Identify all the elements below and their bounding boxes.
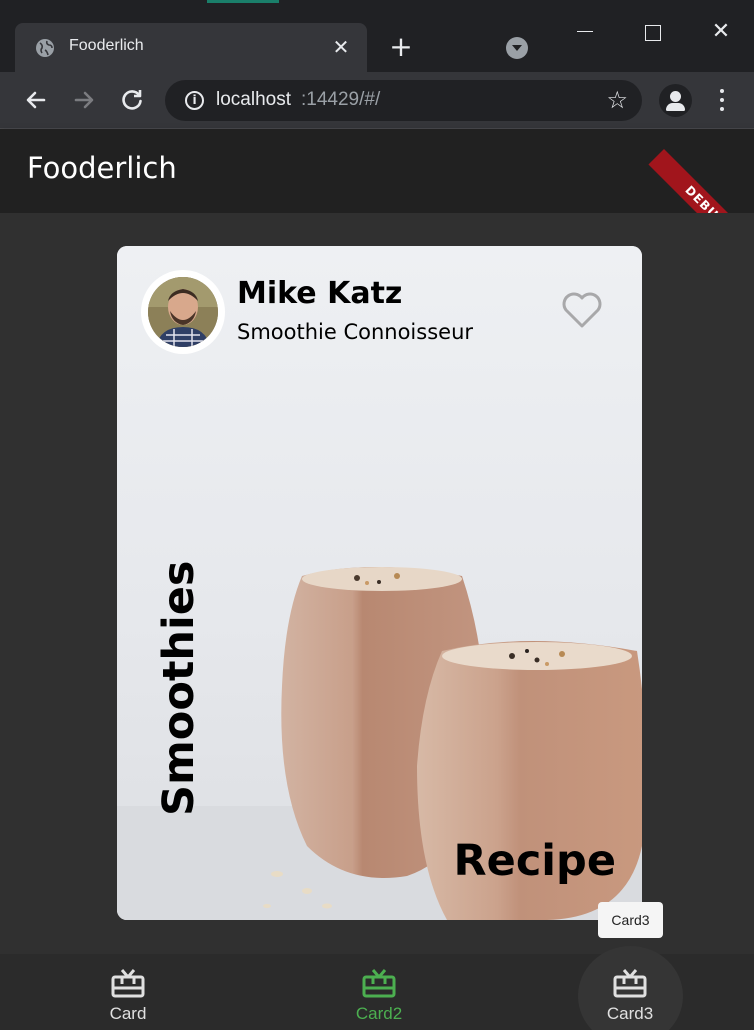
author-card: Mike Katz Smoothie Connoisseur Smoothies… bbox=[117, 246, 642, 920]
tab-title: Fooderlich bbox=[69, 37, 144, 54]
bottom-navigation-bar: Card Card2 Card3 bbox=[0, 946, 754, 1030]
app-bar: Fooderlich bbox=[0, 129, 754, 213]
author-name: Mike Katz bbox=[237, 276, 403, 311]
reload-icon[interactable] bbox=[116, 84, 148, 116]
maximize-icon[interactable] bbox=[635, 14, 671, 50]
star-icon[interactable]: ☆ bbox=[606, 86, 628, 114]
heart-outline-icon[interactable] bbox=[560, 290, 604, 330]
card-giftcard-icon bbox=[111, 969, 145, 998]
avatar bbox=[148, 277, 218, 347]
browser-tab[interactable]: Fooderlich ✕ bbox=[15, 23, 367, 72]
recipe-label: Recipe bbox=[453, 836, 616, 886]
author-title: Smoothie Connoisseur bbox=[237, 320, 474, 344]
nav-item-label: Card2 bbox=[355, 1004, 403, 1023]
screen: Fooderlich ✕ + ✕ i localhost :14429/#/ ☆ bbox=[0, 0, 754, 1030]
plus-icon[interactable]: + bbox=[387, 33, 415, 61]
arrow-left-icon[interactable] bbox=[20, 84, 52, 116]
window-close-icon[interactable]: ✕ bbox=[703, 14, 739, 50]
nav-item-label: Card bbox=[109, 1004, 147, 1023]
vertical-category-label: Smoothies bbox=[154, 560, 204, 816]
url-host: localhost bbox=[216, 89, 291, 110]
url-path: :14429/#/ bbox=[301, 89, 381, 110]
address-bar[interactable]: i localhost :14429/#/ ☆ bbox=[165, 80, 642, 121]
tab-strip-accent bbox=[207, 0, 279, 3]
card-giftcard-icon bbox=[362, 969, 396, 998]
minimize-icon[interactable] bbox=[567, 14, 603, 50]
arrow-right-icon[interactable] bbox=[68, 84, 100, 116]
profile-icon[interactable] bbox=[659, 84, 692, 117]
close-icon[interactable]: ✕ bbox=[329, 35, 353, 59]
kebab-menu-icon[interactable] bbox=[712, 86, 732, 114]
browser-toolbar: i localhost :14429/#/ ☆ bbox=[0, 72, 754, 129]
author-avatar bbox=[141, 270, 225, 354]
app-title: Fooderlich bbox=[27, 151, 177, 185]
browser-tab-strip: Fooderlich ✕ + ✕ bbox=[0, 0, 754, 72]
nav-item-card3[interactable]: Card3 bbox=[555, 946, 705, 1030]
tooltip: Card3 bbox=[598, 902, 663, 938]
nav-item-label: Card3 bbox=[606, 1004, 654, 1023]
globe-icon bbox=[36, 39, 54, 57]
chevron-down-icon[interactable] bbox=[506, 37, 528, 59]
info-icon[interactable]: i bbox=[185, 91, 204, 110]
nav-item-card[interactable]: Card bbox=[53, 954, 203, 1030]
card-giftcard-icon bbox=[613, 969, 647, 998]
nav-item-card2[interactable]: Card2 bbox=[304, 954, 454, 1030]
